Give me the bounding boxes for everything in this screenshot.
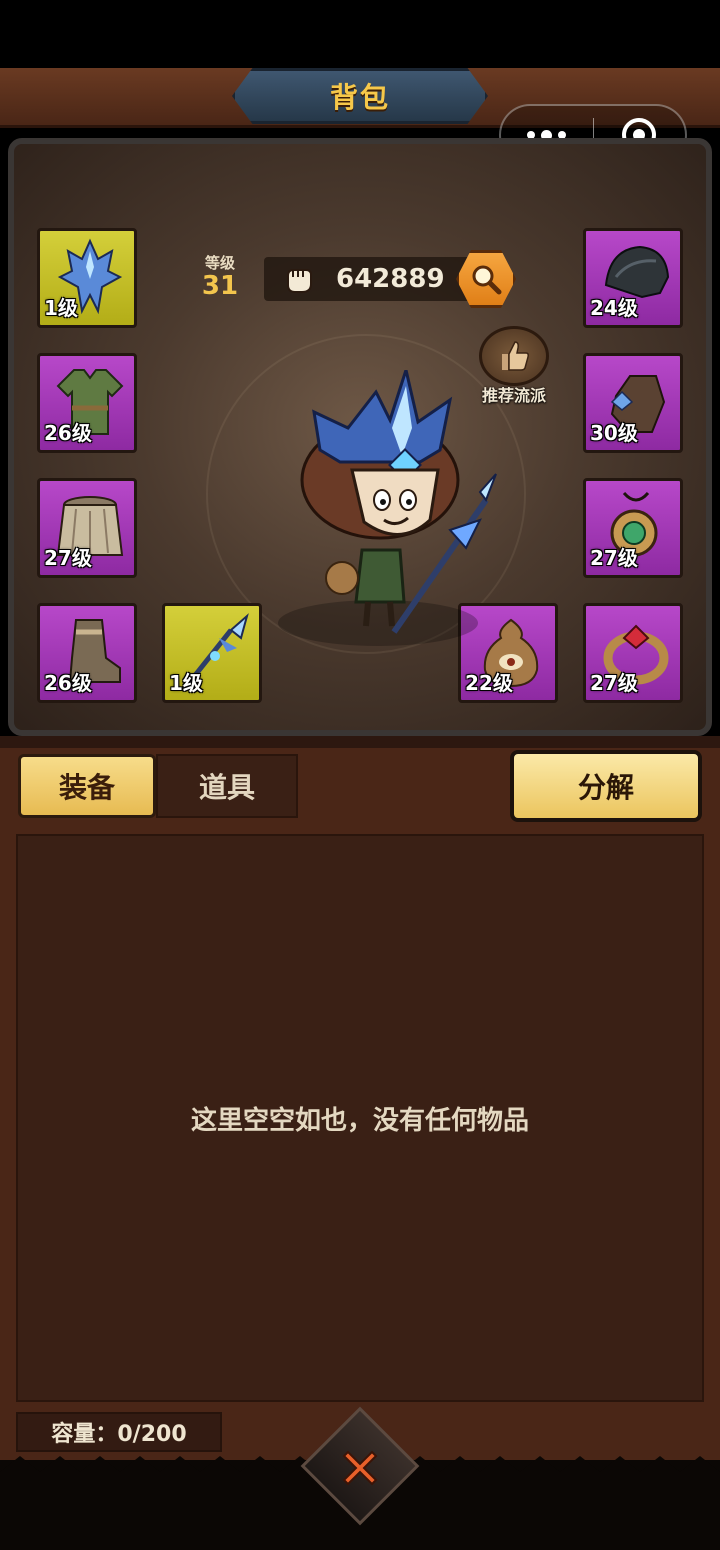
- slot-armor[interactable]: 26级: [37, 353, 137, 453]
- slot-level: 27级: [590, 546, 638, 570]
- page-title: 背包: [329, 81, 390, 114]
- slot-level: 24级: [590, 296, 638, 320]
- level-value: 31: [201, 271, 239, 301]
- inventory-grid: 这里空空如也，没有任何物品: [16, 834, 704, 1402]
- capacity-label: 容量：0/200: [16, 1412, 222, 1452]
- slot-weapon[interactable]: 1级: [162, 603, 262, 703]
- combat-power-bar: 642889: [264, 257, 480, 301]
- slot-level: 30级: [590, 421, 638, 445]
- level-badge: 等级 31: [190, 252, 250, 306]
- slot-level: 26级: [44, 421, 92, 445]
- fist-icon: [287, 269, 312, 293]
- status-area: [0, 0, 720, 70]
- title-plate: 背包: [232, 68, 488, 124]
- slot-level: 26级: [44, 671, 92, 695]
- hero-character: [300, 370, 497, 634]
- combat-power-value: 642889: [336, 264, 445, 294]
- decompose-button[interactable]: 分解: [510, 750, 702, 822]
- slot-necklace[interactable]: 27级: [583, 478, 683, 578]
- empty-inventory-text: 这里空空如也，没有任何物品: [190, 1105, 529, 1136]
- slot-belt[interactable]: 27级: [37, 478, 137, 578]
- slot-level: 1级: [169, 671, 203, 695]
- level-label: 等级: [204, 254, 235, 272]
- slot-boots[interactable]: 26级: [37, 603, 137, 703]
- slot-gloves[interactable]: 30级: [583, 353, 683, 453]
- tab-equipment[interactable]: 装备: [18, 754, 156, 818]
- slot-level: 27级: [590, 671, 638, 695]
- panel-edge: [0, 736, 720, 748]
- slot-shoulder[interactable]: 24级: [583, 228, 683, 328]
- slot-ring[interactable]: 27级: [583, 603, 683, 703]
- tab-items[interactable]: 道具: [156, 754, 298, 818]
- slot-level: 22级: [465, 671, 513, 695]
- close-icon: [342, 1450, 378, 1486]
- slot-level: 27级: [44, 546, 92, 570]
- slot-helmet[interactable]: 1级: [37, 228, 137, 328]
- slot-level: 1级: [44, 296, 78, 320]
- magnifier-icon: [472, 265, 502, 295]
